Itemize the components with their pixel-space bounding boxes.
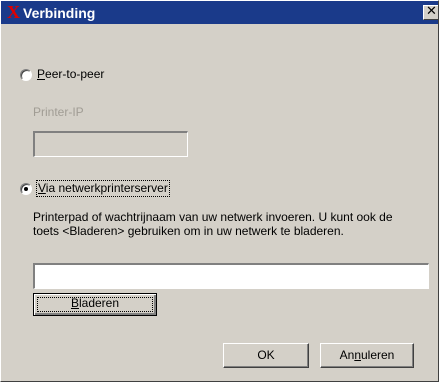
close-icon: ✕ xyxy=(426,4,437,19)
printer-ip-field xyxy=(33,131,188,157)
browse-button[interactable]: Bladeren xyxy=(33,293,157,316)
network-server-radio[interactable] xyxy=(20,182,32,195)
title-bar: X Verbinding ✕ xyxy=(1,1,438,24)
peer-to-peer-option[interactable]: Peer-to-peer xyxy=(20,67,104,82)
server-instructions: Printerpad of wachtrijnaam van uw netwer… xyxy=(33,210,393,238)
peer-to-peer-label[interactable]: Peer-to-peer xyxy=(37,67,104,82)
browse-button-label: Bladeren xyxy=(70,296,120,310)
xerox-logo-icon: X xyxy=(7,2,20,22)
ok-button-label: OK xyxy=(257,348,275,362)
printer-path-input[interactable] xyxy=(33,263,429,289)
network-server-option[interactable]: Via netwerkprinterserver xyxy=(20,180,170,197)
window-title: Verbinding xyxy=(23,5,96,21)
ok-button[interactable]: OK xyxy=(223,343,309,368)
peer-to-peer-radio[interactable] xyxy=(20,68,32,81)
printer-ip-label: Printer-IP xyxy=(33,105,84,119)
connection-dialog: X Verbinding ✕ Peer-to-peer Printer-IP V… xyxy=(0,0,439,382)
network-server-label[interactable]: Via netwerkprinterserver xyxy=(36,180,170,197)
close-button[interactable]: ✕ xyxy=(423,4,438,20)
cancel-button[interactable]: Annuleren xyxy=(320,343,414,368)
cancel-button-label: Annuleren xyxy=(339,348,395,362)
